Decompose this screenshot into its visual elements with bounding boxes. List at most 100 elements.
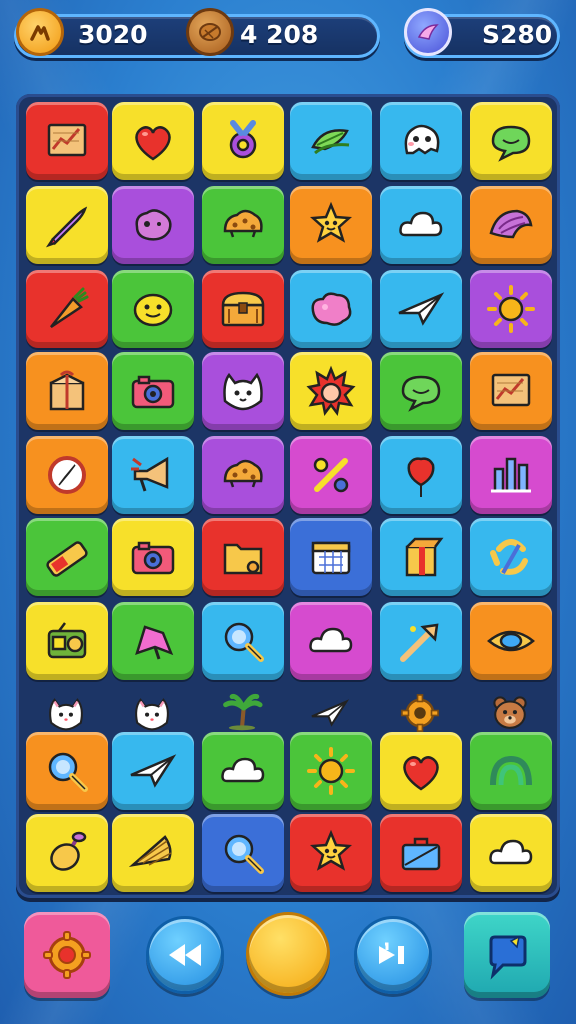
board-tile[interactable] (112, 352, 194, 430)
board-tile[interactable] (202, 270, 284, 348)
board-tile[interactable] (470, 436, 552, 514)
board-tile[interactable] (202, 436, 284, 514)
board-tile[interactable] (470, 102, 552, 180)
settings-button[interactable] (24, 912, 110, 998)
board-tile[interactable] (380, 518, 462, 596)
coin-value: 4 208 (240, 20, 319, 49)
board-critter[interactable] (122, 688, 182, 738)
cloud-icon (221, 757, 265, 783)
board-tile[interactable] (380, 270, 462, 348)
chat-bubble-icon (491, 125, 531, 162)
board-critter[interactable] (36, 688, 96, 738)
board-tile[interactable] (112, 102, 194, 180)
chat-bubble-icon (401, 375, 441, 412)
skip-button[interactable] (354, 916, 432, 994)
board-tile[interactable] (470, 814, 552, 892)
percent-icon (313, 457, 349, 493)
board-tile[interactable] (380, 436, 462, 514)
score-medal-icon[interactable] (16, 8, 64, 56)
lemon-icon (50, 831, 87, 871)
board-tile[interactable] (380, 732, 462, 810)
board-tile[interactable] (202, 102, 284, 180)
board-tile[interactable] (290, 814, 372, 892)
cookie-icon (223, 209, 263, 238)
coin-icon[interactable] (186, 8, 234, 56)
gem-value: S280 (482, 20, 553, 49)
gem-icon[interactable] (404, 8, 452, 56)
board-tile[interactable] (26, 270, 108, 348)
gear-icon (401, 694, 439, 732)
board-tile[interactable] (112, 732, 194, 810)
skip-icon (379, 942, 404, 964)
chat-button[interactable] (464, 912, 550, 998)
chart-icon (47, 123, 87, 157)
smiley-icon (133, 293, 173, 327)
chat-bubble-icon (489, 935, 527, 980)
board-tile[interactable] (26, 732, 108, 810)
rainbow-icon (490, 755, 532, 786)
rewind-icon (169, 944, 201, 966)
gift-box-icon (49, 370, 85, 411)
heart-icon (403, 756, 439, 791)
board-tile[interactable] (470, 518, 552, 596)
board-tile[interactable] (290, 732, 372, 810)
board-tile[interactable] (470, 352, 552, 430)
radio-icon (47, 622, 87, 659)
arrow-icon (400, 623, 439, 662)
camera-icon (131, 375, 175, 409)
board-tile[interactable] (290, 602, 372, 680)
board-tile[interactable] (470, 186, 552, 264)
board-tile[interactable] (112, 436, 194, 514)
board-tile[interactable] (380, 352, 462, 430)
board-tile[interactable] (290, 270, 372, 348)
board-tile[interactable] (470, 602, 552, 680)
board-tile[interactable] (26, 602, 108, 680)
board-tile[interactable] (112, 602, 194, 680)
board-tile[interactable] (112, 186, 194, 264)
board-tile[interactable] (26, 518, 108, 596)
heart-icon (135, 126, 171, 161)
board-tile[interactable] (112, 270, 194, 348)
blob-icon (135, 209, 172, 241)
board-tile[interactable] (202, 352, 284, 430)
battery-icon (46, 541, 88, 577)
board-tile[interactable] (380, 186, 462, 264)
board-critter[interactable] (390, 688, 450, 738)
board-tile[interactable] (26, 814, 108, 892)
recycle-icon (490, 539, 528, 575)
board-tile[interactable] (290, 102, 372, 180)
board-tile[interactable] (290, 518, 372, 596)
board-tile[interactable] (202, 602, 284, 680)
board-tile[interactable] (202, 518, 284, 596)
board-tile[interactable] (26, 102, 108, 180)
spiky-face-icon (306, 365, 356, 416)
sun-icon (307, 747, 355, 795)
board-tile[interactable] (290, 352, 372, 430)
board-tile[interactable] (112, 814, 194, 892)
board-tile[interactable] (26, 352, 108, 430)
board-tile[interactable] (290, 186, 372, 264)
board-tile[interactable] (112, 518, 194, 596)
board-tile[interactable] (380, 602, 462, 680)
board-critter[interactable] (480, 688, 540, 738)
board-tile[interactable] (26, 186, 108, 264)
board-tile[interactable] (26, 436, 108, 514)
board-tile[interactable] (380, 102, 462, 180)
board-critter[interactable] (300, 688, 360, 738)
board-tile[interactable] (202, 186, 284, 264)
board-tile[interactable] (470, 270, 552, 348)
board-tile[interactable] (202, 814, 284, 892)
rocket-icon (45, 206, 88, 248)
board-critter[interactable] (212, 688, 272, 738)
ghost-icon (404, 124, 440, 155)
magnifier-icon (224, 622, 264, 662)
magnifier-icon (48, 752, 88, 792)
eye-icon (487, 630, 535, 652)
sun-icon (487, 285, 535, 333)
board-tile[interactable] (470, 732, 552, 810)
rewind-button[interactable] (146, 916, 224, 994)
board-tile[interactable] (290, 436, 372, 514)
board-tile[interactable] (202, 732, 284, 810)
board-tile[interactable] (380, 814, 462, 892)
play-button[interactable] (246, 912, 330, 996)
